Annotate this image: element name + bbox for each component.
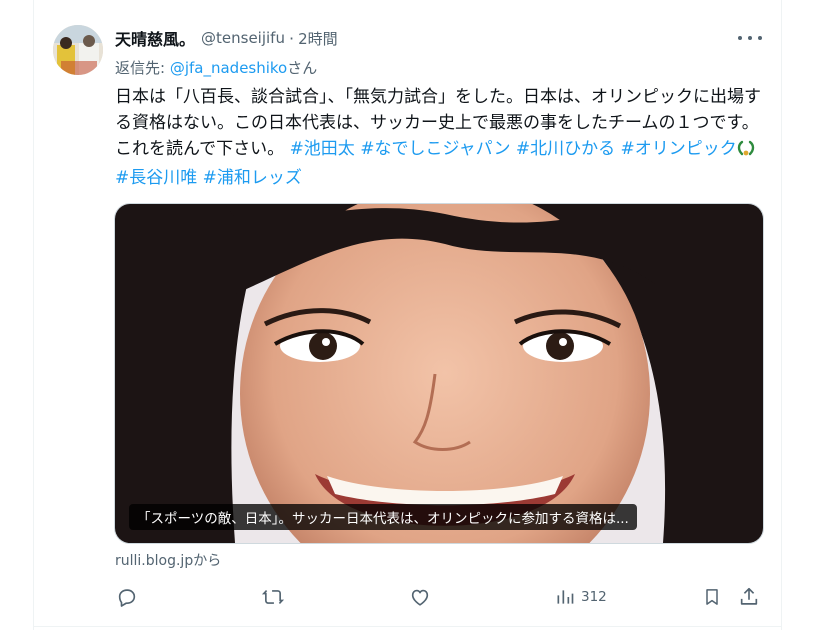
timeline-border-left [33, 0, 34, 630]
retweet-icon [261, 590, 285, 604]
hashtag-link[interactable]: #北川ひかる [516, 139, 615, 159]
views-count: 312 [581, 589, 607, 605]
reply-mention-link[interactable]: @jfa_nadeshiko [170, 59, 287, 77]
share-icon [740, 587, 758, 605]
card-caption: 「スポーツの敵、日本」。サッカー日本代表は、オリンピックに参加する資格は... [129, 504, 637, 530]
reply-prefix: 返信先: [115, 59, 170, 77]
more-icon[interactable] [738, 30, 762, 46]
avatar[interactable] [53, 25, 103, 75]
hashtag-link[interactable]: #浦和レッズ [203, 168, 302, 188]
hashtag-link[interactable]: #なでしこジャパン [360, 139, 510, 159]
share-button[interactable] [738, 583, 760, 611]
views-icon [557, 590, 574, 604]
card-image [115, 204, 763, 543]
laurel-wreath-icon [737, 139, 755, 165]
hashtag-link[interactable]: #長谷川唯 [115, 168, 197, 188]
reply-to-line: 返信先: @jfa_nadeshikoさん [115, 57, 317, 78]
hashtag-link[interactable]: #オリンピック [621, 139, 737, 159]
tweet-header: 天晴慈風。 @tenseijifu · 2時間 [115, 26, 338, 50]
timeline-border-right [781, 0, 782, 630]
reply-button[interactable] [116, 583, 138, 611]
tweet-time[interactable]: 2時間 [298, 28, 338, 49]
retweet-button[interactable] [261, 583, 285, 611]
tweet-divider [33, 626, 782, 627]
reply-icon [118, 589, 136, 607]
card-source[interactable]: rulli.blog.jpから [115, 550, 221, 570]
link-card[interactable]: 「スポーツの敵、日本」。サッカー日本代表は、オリンピックに参加する資格は... [114, 203, 764, 544]
bookmark-button[interactable] [702, 583, 722, 611]
reply-suffix: さん [287, 59, 318, 77]
hashtag-link[interactable]: #池田太 [290, 139, 355, 159]
like-button[interactable] [409, 583, 431, 611]
bookmark-icon [706, 589, 718, 605]
user-handle[interactable]: @tenseijifu [201, 29, 285, 47]
views-button[interactable]: 312 [555, 583, 607, 611]
tweet-text: 日本は「八百長、談合試合」、「無気力試合」をした。日本は、オリンピックに出場する… [115, 84, 770, 191]
action-bar: 312 [112, 583, 772, 611]
display-name[interactable]: 天晴慈風。 [115, 26, 195, 50]
like-icon [411, 589, 429, 606]
separator-dot: · [288, 28, 295, 48]
